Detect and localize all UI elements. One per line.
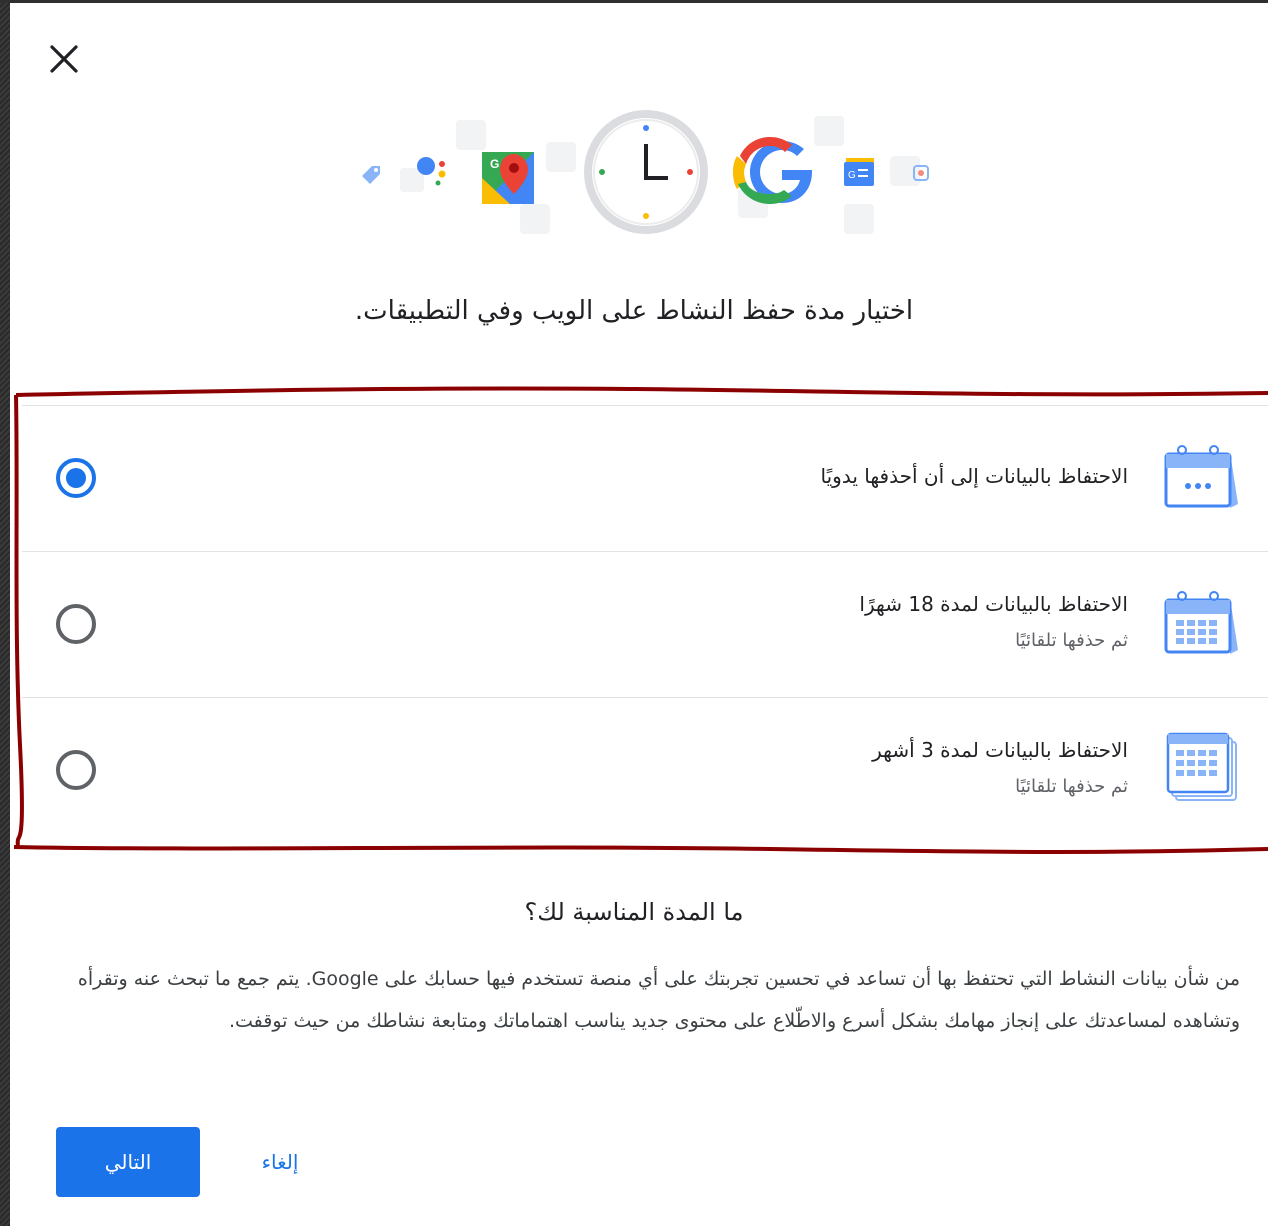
clock-icon [584, 110, 708, 234]
close-button[interactable] [44, 40, 84, 80]
option-label: الاحتفاظ بالبيانات لمدة 18 شهرًا [859, 592, 1128, 616]
window-edge-left [0, 0, 10, 1226]
cancel-button[interactable]: إلغاء [232, 1140, 328, 1184]
clock-and-google-apps-icon: G G [362, 110, 929, 234]
tag-icon [362, 166, 380, 184]
option-keep-until-delete[interactable]: الاحتفاظ بالبيانات إلى أن أحذفها يدويًا [22, 405, 1268, 551]
retention-options-list: الاحتفاظ بالبيانات إلى أن أحذفها يدويًا … [22, 405, 1268, 845]
maps-icon: G [482, 152, 534, 204]
next-button[interactable]: التالي [56, 1127, 200, 1197]
option-label: الاحتفاظ بالبيانات لمدة 3 أشهر [872, 738, 1128, 762]
calendar-grid-icon [1164, 591, 1238, 654]
svg-text:G: G [490, 157, 499, 171]
option-keep-3-months[interactable]: الاحتفاظ بالبيانات لمدة 3 أشهر ثم حذفها … [22, 697, 1268, 843]
dialog-title: اختيار مدة حفظ النشاط على الويب وفي التط… [354, 296, 914, 326]
calendar-stack-icon [1166, 732, 1237, 801]
news-icon: G [844, 158, 874, 186]
svg-text:G: G [848, 170, 856, 181]
option-sublabel: ثم حذفها تلقائيًا [1015, 630, 1128, 651]
radio-keep-until-delete[interactable] [56, 458, 96, 498]
option-label: الاحتفاظ بالبيانات إلى أن أحذفها يدويًا [820, 464, 1129, 488]
help-body: من شأن بيانات النشاط التي تحتفظ بها أن ت… [77, 968, 1240, 1032]
help-title: ما المدة المناسبة لك؟ [524, 898, 744, 926]
radio-keep-18-months[interactable] [56, 604, 96, 644]
calendar-dots-icon [1164, 445, 1238, 508]
option-keep-18-months[interactable]: الاحتفاظ بالبيانات لمدة 18 شهرًا ثم حذفه… [22, 551, 1268, 697]
window-edge-top [0, 0, 1268, 3]
option-sublabel: ثم حذفها تلقائيًا [1015, 776, 1128, 797]
close-icon [50, 45, 78, 73]
radio-keep-3-months[interactable] [56, 750, 96, 790]
